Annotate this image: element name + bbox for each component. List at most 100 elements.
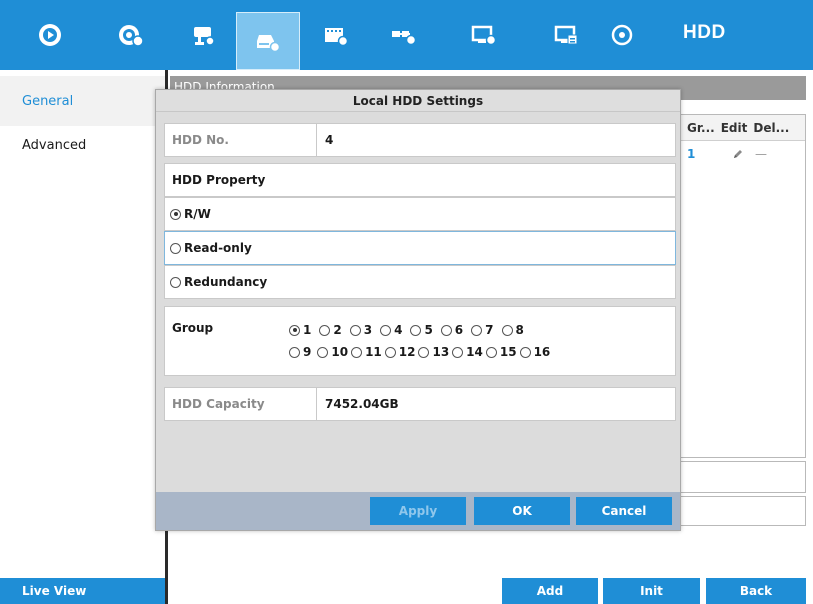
radio-unchecked-icon: [519, 346, 531, 358]
ok-button[interactable]: OK: [474, 497, 570, 525]
radio-unchecked-icon: [501, 324, 513, 336]
radio-checked-icon: [289, 324, 300, 336]
table-header: Gr... Edit Del...: [681, 115, 805, 141]
group-radio-16[interactable]: 16: [519, 345, 551, 359]
group-radio-15[interactable]: 15: [485, 345, 517, 359]
power-icon: [611, 24, 633, 46]
group-radio-options: 1 2 3 4 5 6 7 8 9 10 11 12 13 14 15 16: [289, 319, 669, 363]
group-radio-label: 2: [333, 323, 342, 337]
group-radio-label: 1: [303, 323, 312, 337]
radio-unchecked-icon: [410, 324, 422, 336]
radio-unchecked-icon: [170, 242, 181, 254]
apply-button[interactable]: Apply: [370, 497, 466, 525]
radio-unchecked-icon: [440, 324, 452, 336]
local-hdd-settings-dialog: Local HDD Settings HDD No. 4 HDD Propert…: [155, 89, 681, 531]
group-radio-13[interactable]: 13: [418, 345, 449, 359]
sidebar: General Advanced: [0, 70, 165, 604]
radio-unchecked-icon: [319, 324, 331, 336]
dialog-footer: Apply OK Cancel: [156, 492, 680, 530]
group-line-2: 9 10 11 12 13 14 15 16: [289, 341, 669, 363]
dialog-content: HDD No. 4 HDD Property R/W Read-only Red…: [164, 120, 676, 492]
hdd-capacity-value: 7452.04GB: [325, 397, 399, 411]
add-button[interactable]: Add: [502, 578, 598, 604]
radio-unchecked-icon: [452, 346, 464, 358]
radio-unchecked-icon: [471, 324, 483, 336]
radio-unchecked-icon: [349, 324, 361, 336]
info-box: [680, 461, 806, 493]
back-button[interactable]: Back: [706, 578, 806, 604]
group-radio-label: 9: [303, 345, 312, 359]
tb-camera-settings[interactable]: [99, 0, 163, 70]
group-radio-3[interactable]: 3: [349, 323, 373, 337]
group-radio-11[interactable]: 11: [351, 345, 382, 359]
radio-rw[interactable]: R/W: [170, 207, 211, 221]
radio-unchecked-icon: [170, 276, 181, 288]
init-button[interactable]: Init: [603, 578, 700, 604]
group-radio-label: 8: [515, 323, 524, 337]
radio-redundancy-label: Redundancy: [184, 275, 268, 289]
group-radio-10[interactable]: 10: [317, 345, 348, 359]
group-radio-label: 10: [331, 345, 349, 359]
camera-record-icon: [194, 27, 215, 46]
group-radio-label: 3: [363, 323, 373, 337]
radio-unchecked-icon: [485, 346, 497, 358]
column-header-delete[interactable]: Del...: [747, 121, 789, 135]
radio-unchecked-icon: [317, 346, 329, 358]
group-radio-label: 7: [485, 323, 494, 337]
group-radio-4[interactable]: 4: [380, 323, 402, 337]
hdd-settings-icon: [257, 35, 281, 53]
table-row[interactable]: 1 —: [681, 143, 805, 165]
video-config-icon: [325, 28, 349, 47]
radio-redundancy[interactable]: Redundancy: [170, 275, 267, 289]
group-radio-label: 13: [432, 345, 450, 359]
tb-playback[interactable]: [18, 0, 82, 70]
tb-shutdown[interactable]: [590, 0, 654, 70]
radio-rw-row[interactable]: R/W: [164, 197, 676, 231]
edit-icon[interactable]: [721, 148, 755, 160]
network-settings-icon: [392, 31, 417, 46]
group-radio-1[interactable]: 1: [289, 323, 311, 337]
hdd-capacity-row: HDD Capacity 7452.04GB: [164, 387, 676, 421]
tb-hdd[interactable]: [236, 12, 300, 70]
group-radio-label: 6: [454, 323, 464, 337]
radio-redundancy-row[interactable]: Redundancy: [164, 265, 676, 299]
group-radio-label: 15: [499, 345, 517, 359]
cancel-button[interactable]: Cancel: [576, 497, 672, 525]
cell-group: 1: [687, 147, 696, 161]
radio-readonly-label: Read-only: [184, 241, 252, 255]
radio-unchecked-icon: [380, 324, 392, 336]
group-radio-2[interactable]: 2: [319, 323, 342, 337]
group-radio-label: 12: [398, 345, 416, 359]
sidebar-item-advanced[interactable]: Advanced: [0, 120, 165, 170]
system-info-icon: [554, 25, 578, 45]
radio-readonly-row[interactable]: Read-only: [164, 231, 676, 265]
tb-network[interactable]: [371, 0, 435, 70]
group-radio-6[interactable]: 6: [440, 323, 464, 337]
group-radio-8[interactable]: 8: [501, 323, 524, 337]
tb-display[interactable]: [452, 0, 516, 70]
group-radio-7[interactable]: 7: [471, 323, 494, 337]
group-radio-label: 16: [533, 345, 551, 359]
tb-record[interactable]: [171, 0, 235, 70]
live-view-button[interactable]: Live View: [0, 578, 165, 604]
column-header-group[interactable]: Gr...: [681, 121, 715, 135]
group-radio-12[interactable]: 12: [384, 345, 416, 359]
radio-unchecked-icon: [384, 346, 396, 358]
column-header-edit[interactable]: Edit: [715, 121, 748, 135]
group-radio-5[interactable]: 5: [410, 323, 433, 337]
group-radio-label: 11: [365, 345, 382, 359]
group-radio-9[interactable]: 9: [289, 345, 311, 359]
tb-video[interactable]: [304, 0, 368, 70]
radio-unchecked-icon: [289, 346, 300, 358]
group-radio-14[interactable]: 14: [452, 345, 483, 359]
display-settings-icon: [471, 25, 497, 46]
sidebar-item-general[interactable]: General: [0, 76, 165, 126]
group-radio-label: 4: [394, 323, 403, 337]
top-menu-bar: HDD: [0, 0, 813, 70]
group-radio-label: 14: [466, 345, 483, 359]
radio-readonly[interactable]: Read-only: [170, 241, 252, 255]
radio-unchecked-icon: [351, 346, 363, 358]
hdd-no-value: 4: [325, 133, 334, 147]
cell-delete[interactable]: —: [755, 147, 767, 161]
group-line-1: 1 2 3 4 5 6 7 8: [289, 319, 669, 341]
